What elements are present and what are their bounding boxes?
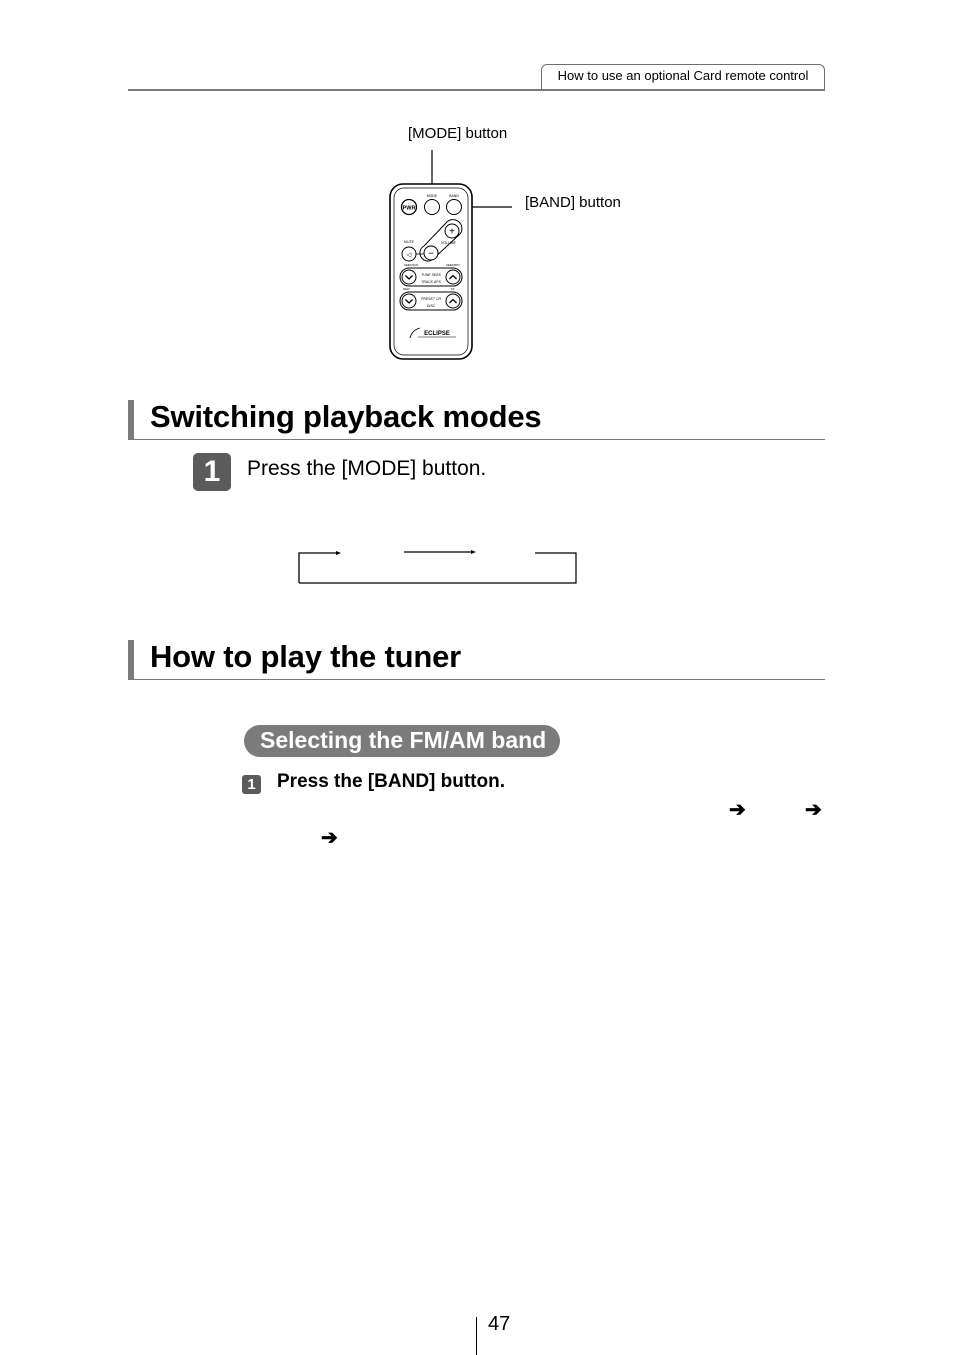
section-accent-bar <box>128 640 134 679</box>
svg-text:◁: ◁ <box>407 252 412 259</box>
svg-text:REW: REW <box>403 287 410 291</box>
page-number: 47 <box>488 1313 511 1335</box>
section-accent-bar <box>128 400 134 439</box>
svg-text:MUTE: MUTE <box>404 240 415 244</box>
svg-text:PWR: PWR <box>403 206 416 212</box>
preset-up-button <box>445 293 461 309</box>
chapter-tab: How to use an optional Card remote contr… <box>541 64 825 89</box>
mode-cycle-diagram <box>298 550 577 584</box>
svg-text:FF: FF <box>451 287 455 291</box>
svg-text:DISC: DISC <box>427 304 436 308</box>
svg-text:−: − <box>428 249 434 260</box>
flow-arrowhead <box>336 551 341 555</box>
svg-text:TRACK APS: TRACK APS <box>421 280 441 284</box>
mode-button <box>424 199 440 215</box>
section-title: Switching playback modes <box>150 399 542 434</box>
svg-text:+: + <box>449 227 455 238</box>
tune-down-button <box>401 269 417 285</box>
header-rule <box>128 89 825 91</box>
svg-text:BAND: BAND <box>449 194 459 198</box>
svg-text:SEEK/RPT: SEEK/RPT <box>446 263 460 267</box>
svg-text:MODE: MODE <box>427 194 438 198</box>
svg-text:SEEK/SCN: SEEK/SCN <box>404 263 418 267</box>
section-title: How to play the tuner <box>150 639 461 674</box>
preset-down-button <box>401 293 417 309</box>
section-how-to-play-tuner: How to play the tuner <box>128 639 825 680</box>
step-instruction: Press the [MODE] button. <box>247 457 487 480</box>
right-arrow-icon: ➔ <box>805 799 822 821</box>
page-number-rule <box>476 1317 477 1355</box>
flow-line-return <box>298 552 339 583</box>
step-number-badge: 1 <box>193 453 231 491</box>
band-button <box>446 199 462 215</box>
flow-line-loop <box>299 552 577 584</box>
right-arrow-icon: ➔ <box>729 799 746 821</box>
eclipse-logo: ECLIPSE <box>424 331 450 337</box>
flow-arrowhead <box>471 550 476 554</box>
step-number-badge: 1 <box>242 775 261 794</box>
remote-control-illustration: PWR MODE BAND + − VOLUME ◁ MUTE TUNE SEE… <box>389 150 512 360</box>
step-instruction: Press the [BAND] button. <box>277 771 505 792</box>
svg-text:PRESET CH: PRESET CH <box>421 297 442 301</box>
svg-text:VOLUME: VOLUME <box>441 241 456 245</box>
subheading-pill: Selecting the FM/AM band <box>244 725 561 757</box>
tune-up-button <box>445 269 461 285</box>
right-arrow-icon: ➔ <box>321 827 338 849</box>
svg-text:TUNE SEEK: TUNE SEEK <box>421 273 442 277</box>
section-switching-playback-modes: Switching playback modes <box>128 399 825 440</box>
